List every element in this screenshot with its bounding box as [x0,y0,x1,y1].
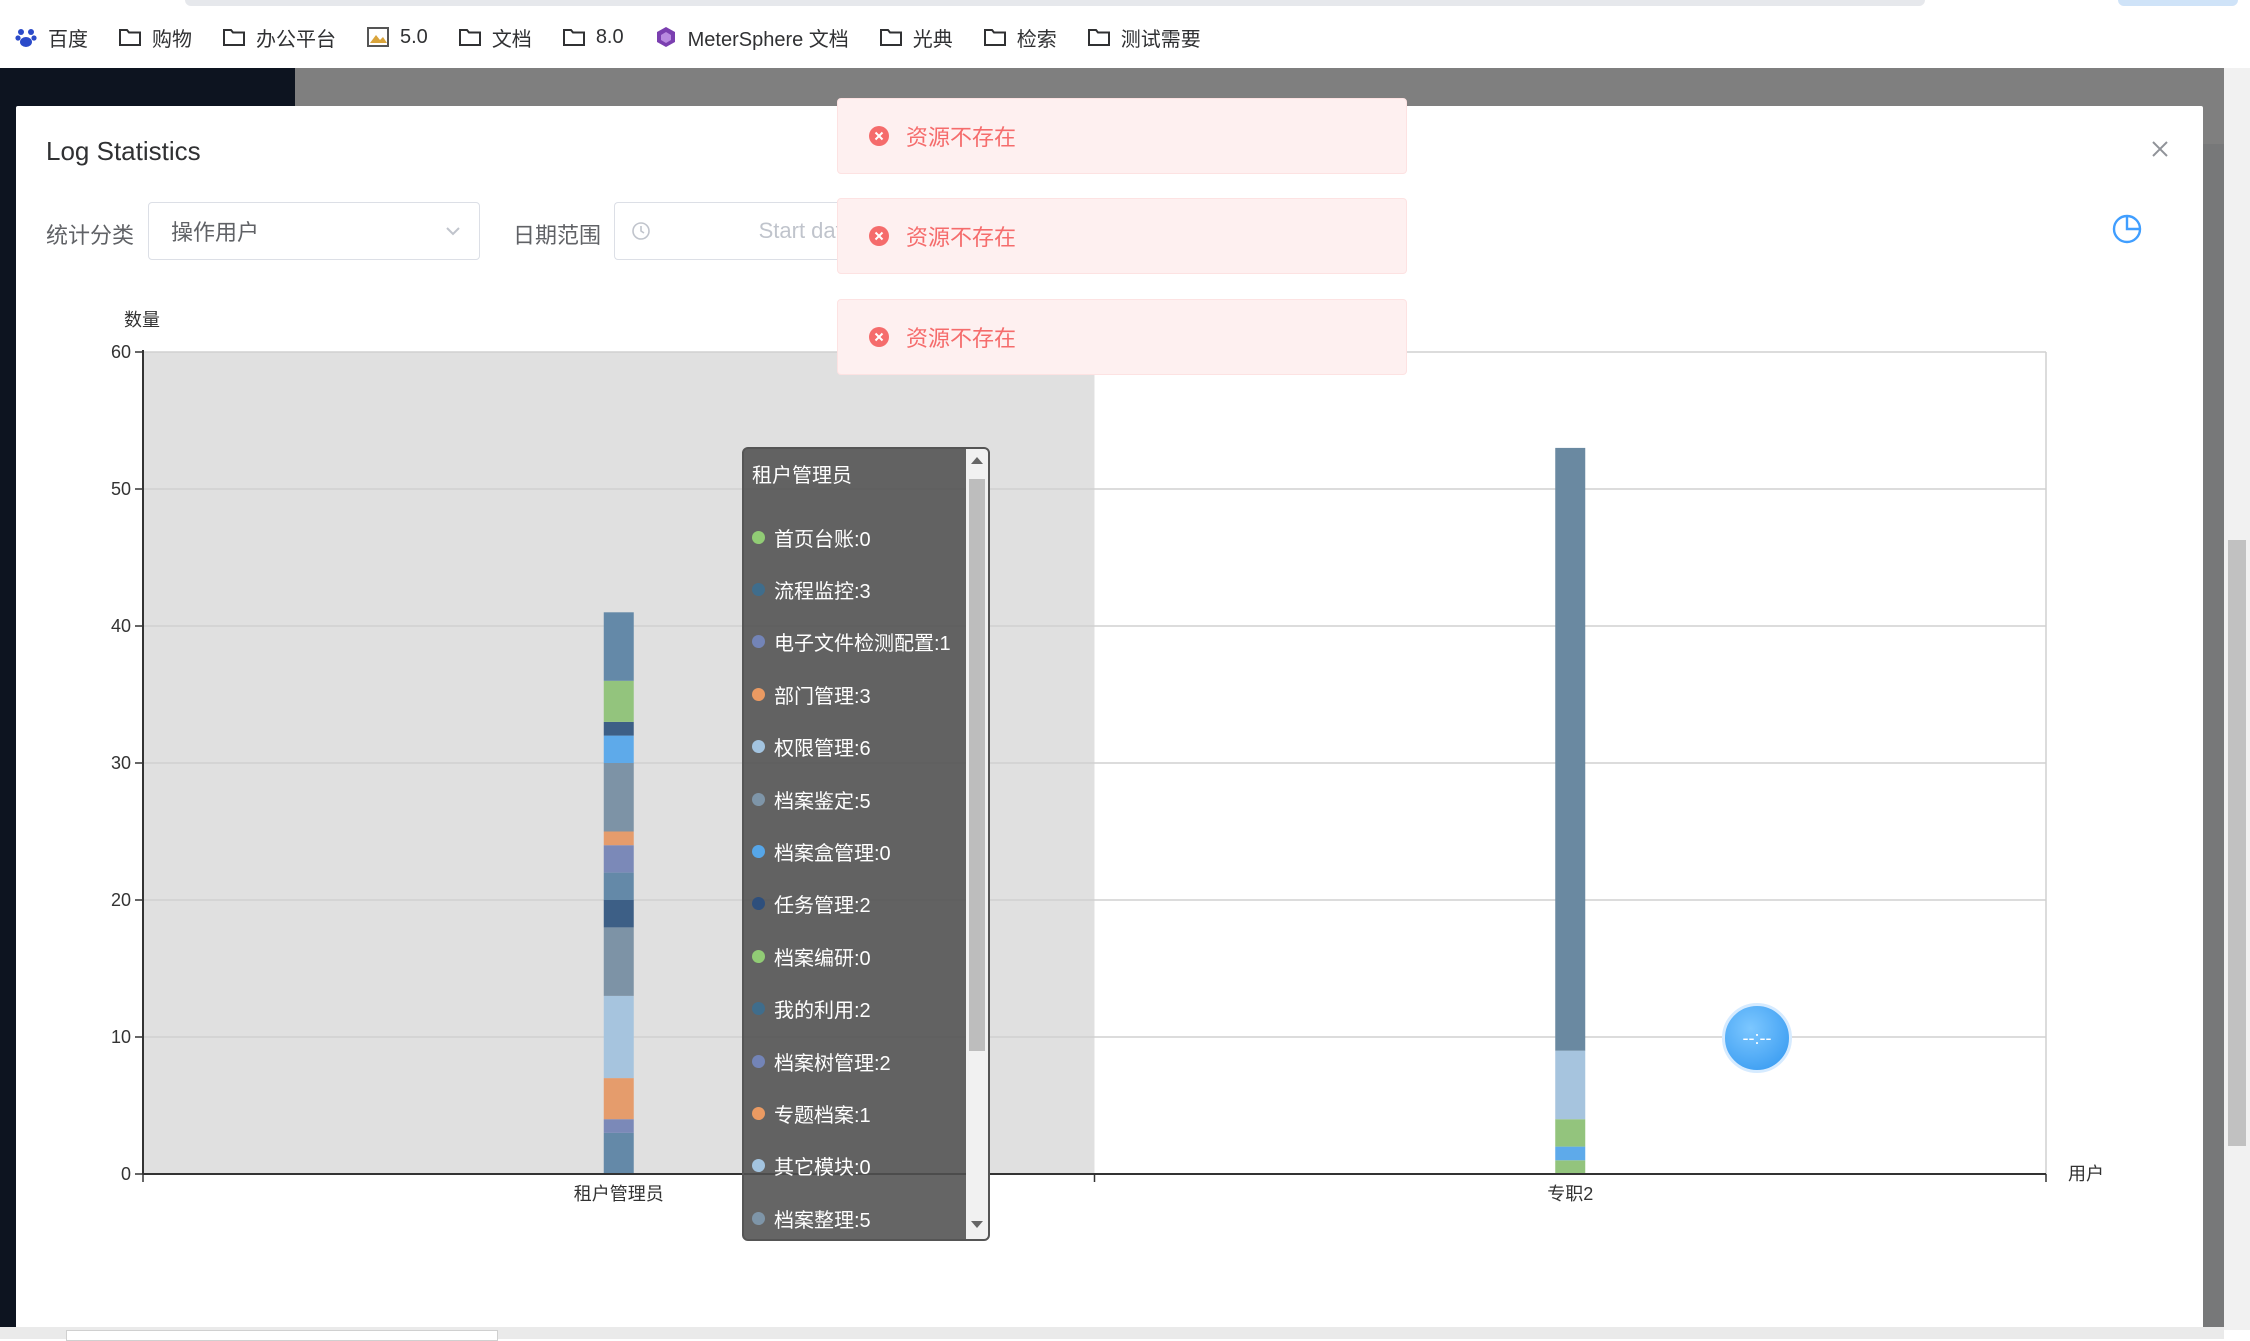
scroll-down-icon[interactable] [971,1221,983,1228]
x-tick-label: 专职2 [1547,1184,1593,1204]
y-tick-label: 60 [111,342,131,362]
tooltip-item: 档案编研:0 [752,930,967,982]
tooltip-item: 任务管理:2 [752,878,967,930]
bar-segment[interactable] [603,1078,634,1120]
tooltip-item: 我的利用:2 [752,983,967,1035]
bar-segment[interactable] [1555,1146,1586,1161]
tooltip-item: 档案树管理:2 [752,1035,967,1087]
legend-dot-icon [752,1211,765,1225]
tooltip-item: 专题档案:1 [752,1087,967,1139]
bar-segment[interactable] [603,735,634,763]
tooltip-item: 电子文件检测配置:1 [752,616,967,668]
tooltip-item-label: 流程监控:3 [774,581,871,604]
error-toast: 资源不存在 [837,198,1407,274]
legend-dot-icon [752,845,765,859]
bar-segment[interactable] [1555,447,1586,1051]
tooltip-item-label: 部门管理:3 [774,685,871,708]
tooltip-item-label: 电子文件检测配置:1 [774,633,951,656]
y-tick-label: 50 [111,479,131,499]
chart-tooltip: 租户管理员 首页台账:0 流程监控:3 电子文件检测配置:1 部门管理:3 权限管理:6… [742,447,990,1241]
y-tick-label: 40 [111,616,131,636]
tooltip-item-label: 档案盒管理:0 [774,843,891,866]
tooltip-scroll-thumb[interactable] [969,479,985,1051]
legend-dot-icon [752,530,765,544]
bar-segment[interactable] [603,927,634,996]
legend-dot-icon [752,792,765,806]
bar-segment[interactable] [1555,1160,1586,1174]
tooltip-item-label: 档案鉴定:5 [774,790,871,813]
legend-dot-icon [752,583,765,597]
bar-segment[interactable] [603,995,634,1079]
tooltip-item-label: 我的利用:2 [774,1000,871,1023]
legend-dot-icon [752,1159,765,1173]
page-scrollbar[interactable] [2224,68,2250,1330]
legend-dot-icon [752,949,765,963]
float-button-label: --:-- [1742,1027,1772,1048]
toast-message: 资源不存在 [906,225,1017,250]
bar-segment[interactable] [603,831,634,846]
legend-dot-icon [752,635,765,649]
toast-message: 资源不存在 [906,125,1017,150]
error-toast: 资源不存在 [837,98,1407,174]
bar-segment[interactable] [603,1132,634,1174]
tooltip-item: 权限管理:6 [752,721,967,773]
tooltip-scrollbar[interactable] [966,449,988,1239]
y-tick-label: 10 [111,1027,131,1047]
tooltip-item-label: 档案树管理:2 [774,1052,891,1075]
error-circle-icon [868,326,890,348]
tooltip-item: 其它模块:0 [752,1140,967,1192]
tooltip-item: 档案鉴定:5 [752,773,967,825]
legend-dot-icon [752,1054,765,1068]
error-circle-icon [868,125,890,147]
tooltip-item-label: 首页台账:0 [774,528,871,551]
scroll-up-icon[interactable] [971,457,983,464]
y-tick-label: 20 [111,890,131,910]
tooltip-item-label: 档案整理:5 [774,1209,871,1232]
legend-dot-icon [752,1002,765,1016]
error-circle-icon [868,225,890,247]
y-tick-label: 0 [121,1164,131,1184]
tooltip-item-label: 专题档案:1 [774,1104,871,1127]
bar-segment[interactable] [603,1119,634,1133]
tooltip-item-label: 权限管理:6 [774,738,871,761]
toast-message: 资源不存在 [906,326,1017,351]
bar-segment[interactable] [603,721,634,736]
legend-dot-icon [752,897,765,911]
bar-segment[interactable] [603,845,634,873]
bar-segment[interactable] [603,680,634,722]
error-toast: 资源不存在 [837,299,1407,375]
tooltip-list: 首页台账:0 流程监控:3 电子文件检测配置:1 部门管理:3 权限管理:6 档案鉴定:5… [752,511,967,1239]
tooltip-item-label: 其它模块:0 [774,1157,871,1180]
tooltip-item-label: 任务管理:2 [774,895,871,918]
legend-dot-icon [752,687,765,701]
x-axis-ticks: 租户管理员 专职2 [142,1174,2047,1204]
legend-dot-icon [752,1106,765,1120]
bar-segment[interactable] [603,763,634,832]
tooltip-item: 档案盒管理:0 [752,825,967,877]
bar-segment[interactable] [603,872,634,900]
tooltip-item: 部门管理:3 [752,668,967,720]
horizontal-scroll-thumb[interactable] [66,1330,498,1341]
bar-segment[interactable] [603,612,634,681]
y-axis-ticks: 0 10 20 30 40 50 60 [111,342,143,1184]
tooltip-title: 租户管理员 [752,465,852,487]
y-tick-label: 30 [111,753,131,773]
floating-action-button[interactable]: --:-- [1722,1003,1792,1073]
tooltip-item: 首页台账:0 [752,511,967,563]
bar-segment[interactable] [1555,1050,1586,1120]
bar-segment[interactable] [1555,1119,1586,1147]
x-tick-label: 租户管理员 [574,1184,664,1204]
legend-dot-icon [752,740,765,754]
page-scroll-thumb[interactable] [2228,540,2246,1146]
bar-segment[interactable] [603,900,634,928]
tooltip-item: 流程监控:3 [752,563,967,615]
y-axis-label: 数量 [124,310,160,330]
tooltip-item: 档案整理:5 [752,1192,967,1239]
x-axis-label: 用户 [2068,1164,2104,1184]
tooltip-item-label: 档案编研:0 [774,947,871,970]
